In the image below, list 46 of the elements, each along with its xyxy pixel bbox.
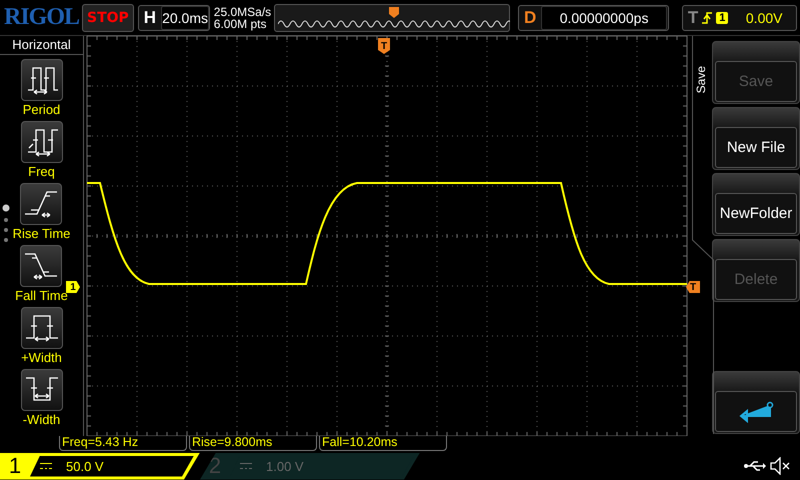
measure-button[interactable]: Freq <box>20 121 62 179</box>
fall-icon <box>20 245 62 287</box>
waveform-overview-icon <box>278 18 510 28</box>
channel-scale: 1.00 V <box>266 458 304 474</box>
measurement-readout: Rise=9.800ms <box>189 436 317 451</box>
measurement-readout: Fall=10.20ms <box>319 436 447 451</box>
usb-icon <box>744 460 766 472</box>
timebase-label: H <box>142 8 158 28</box>
freq-icon <box>20 121 62 163</box>
channel-scale: 50.0 V <box>66 458 104 474</box>
back-button[interactable] <box>712 371 800 434</box>
menu-title: Save <box>694 66 708 94</box>
pwidth-icon <box>20 307 62 349</box>
memory-depth: 6.00M pts <box>214 18 268 30</box>
delay-value: 0.00000000ps <box>541 6 667 30</box>
run-stop-button[interactable]: STOP <box>82 4 134 32</box>
brand-logo: RIGOL <box>4 4 78 31</box>
sample-rate: 25.0MSa/s <box>214 6 270 18</box>
trigger-label: T <box>686 8 698 28</box>
measure-button[interactable]: +Width <box>20 307 62 365</box>
measure-button[interactable]: Rise Time <box>12 183 70 241</box>
channel-number: 1 <box>8 453 22 479</box>
rising-edge-icon <box>702 10 712 24</box>
dc-coupling-icon <box>240 462 252 470</box>
trigger-level-marker: T <box>686 281 700 293</box>
channel-tab[interactable]: 1 50.0 V <box>0 452 200 480</box>
rise-icon <box>20 183 62 225</box>
period-icon <box>20 59 62 101</box>
trigger-level: 0.00V <box>744 10 784 26</box>
trigger-position-icon <box>388 6 399 18</box>
measurement-readout: Freq=5.43 Hz <box>59 436 187 451</box>
nwidth-icon <box>20 369 62 411</box>
trigger-source: 1 <box>716 12 728 24</box>
softkey-button[interactable]: NewFolder <box>712 173 800 236</box>
channel-marker: 1 <box>66 281 80 293</box>
timebase-value: 20.0ms <box>161 6 209 30</box>
speaker-muted-icon <box>770 457 790 475</box>
measure-button[interactable]: Period <box>20 59 62 117</box>
softkey-button[interactable]: New File <box>712 107 800 170</box>
trigger-position-marker: T <box>378 38 390 54</box>
dc-coupling-icon <box>40 462 52 470</box>
delay-label: D <box>523 8 538 28</box>
measure-button[interactable]: Fall Time <box>15 245 68 303</box>
menu-title: Horizontal <box>0 36 83 55</box>
measure-button[interactable]: -Width <box>20 369 62 427</box>
return-arrow-icon <box>737 400 775 422</box>
